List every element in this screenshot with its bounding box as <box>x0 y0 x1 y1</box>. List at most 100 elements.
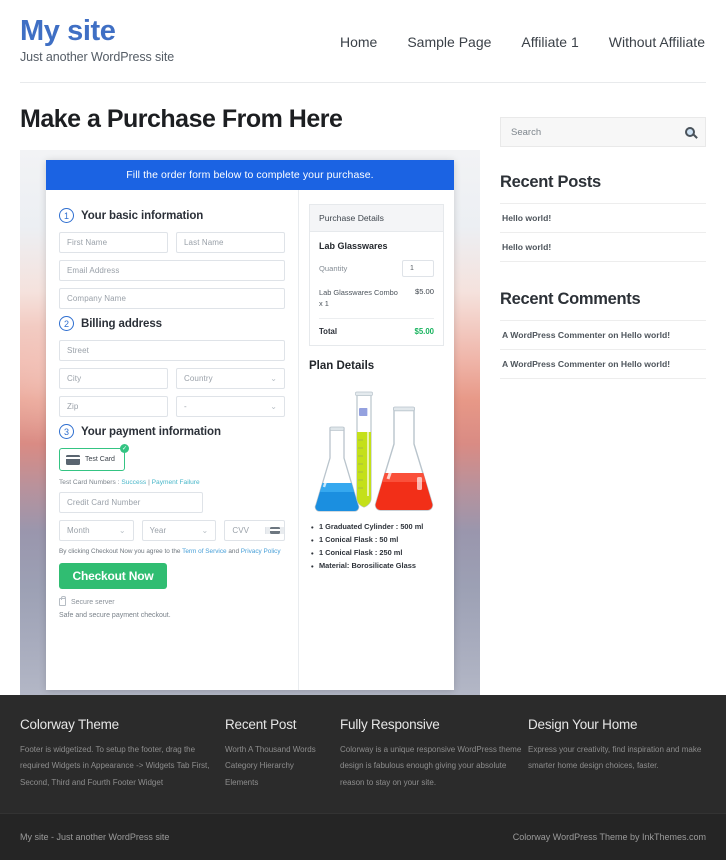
total-amount: $5.00 <box>414 327 434 337</box>
plan-spec-list: 1 Graduated Cylinder : 500 ml 1 Conical … <box>309 521 444 573</box>
city-input[interactable]: City <box>59 368 168 389</box>
terms-conjunction: and <box>228 548 240 555</box>
line-item-amount: $5.00 <box>414 287 434 296</box>
order-form-background: Fill the order form below to complete yo… <box>20 150 480 695</box>
expiry-year-select[interactable]: Year ⌄ <box>141 520 217 541</box>
first-name-input[interactable]: First Name <box>59 232 168 253</box>
zip-state-row: Zip - ⌄ <box>59 396 285 417</box>
footer-column-recent-post: Recent Post Worth A Thousand Words Categ… <box>225 717 340 795</box>
nav-item-home[interactable]: Home <box>340 34 377 50</box>
step-2-title: Billing address <box>81 317 162 330</box>
recent-comments-title: Recent Comments <box>500 290 641 308</box>
purchase-details-body: Lab Glasswares Quantity 1 Lab Glasswares… <box>310 232 443 345</box>
quantity-row: Quantity 1 <box>319 260 434 277</box>
lab-glassware-image <box>309 378 445 513</box>
email-input[interactable]: Email Address <box>59 260 285 281</box>
total-label: Total <box>319 327 338 337</box>
step-1-number: 1 <box>59 208 74 223</box>
expiry-month-select[interactable]: Month ⌄ <box>59 520 134 541</box>
step-2-number: 2 <box>59 316 74 331</box>
list-item: 1 Graduated Cylinder : 500 ml <box>309 521 444 534</box>
list-item[interactable]: A WordPress Commenter on Hello world! <box>500 349 706 379</box>
chevron-down-icon: ⌄ <box>201 526 209 535</box>
step-3-header: 3 Your payment information <box>59 424 285 439</box>
footer-theme-credit[interactable]: Colorway WordPress Theme by InkThemes.co… <box>513 832 706 842</box>
main-content: Make a Purchase From Here Fill the order… <box>20 105 480 695</box>
city-country-row: City Country ⌄ <box>59 368 285 389</box>
list-item[interactable]: Hello world! <box>500 232 706 262</box>
company-field-row: Company Name <box>59 288 285 309</box>
nav-item-sample-page[interactable]: Sample Page <box>407 34 491 50</box>
list-item[interactable]: Elements <box>225 775 340 791</box>
list-item: Material: Borosilicate Glass <box>309 560 444 573</box>
list-item[interactable]: Category Hierarchy <box>225 758 340 774</box>
quantity-label: Quantity <box>319 264 348 273</box>
country-select-value: Country <box>184 374 213 383</box>
expiry-cvv-row: Month ⌄ Year ⌄ CVV <box>59 520 286 541</box>
site-header: My site Just another WordPress site Home… <box>0 0 726 76</box>
nav-item-without-affiliate[interactable]: Without Affiliate <box>609 34 705 50</box>
country-select[interactable]: Country ⌄ <box>176 368 285 389</box>
checkout-form-column: 1 Your basic information First Name Last… <box>46 190 298 690</box>
footer-column-title: Fully Responsive <box>340 717 440 732</box>
site-title[interactable]: My site <box>20 16 340 47</box>
line-item-row: Lab Glasswares Combo x 1 $5.00 <box>319 287 434 309</box>
credit-card-number-input[interactable]: Credit Card Number <box>59 492 203 513</box>
primary-navigation: Home Sample Page Affiliate 1 Without Aff… <box>340 16 706 50</box>
product-name: Lab Glasswares <box>319 241 388 251</box>
cvv-placeholder: CVV <box>232 526 250 535</box>
nav-item-affiliate-1[interactable]: Affiliate 1 <box>521 34 578 50</box>
footer-column-fully-responsive: Fully Responsive Colorway is a unique re… <box>340 717 528 795</box>
order-form-body: 1 Your basic information First Name Last… <box>46 190 454 690</box>
plan-details-title: Plan Details <box>309 360 375 373</box>
last-name-input[interactable]: Last Name <box>176 232 285 253</box>
privacy-policy-link[interactable]: Privacy Policy <box>241 548 281 555</box>
cvv-input[interactable]: CVV <box>224 520 286 541</box>
test-card-success-link[interactable]: Success <box>121 479 146 486</box>
safe-checkout-note: Safe and secure payment checkout. <box>59 612 171 619</box>
zip-input[interactable]: Zip <box>59 396 168 417</box>
credit-card-icon <box>66 454 80 465</box>
conical-flask-red-icon <box>374 406 434 511</box>
email-field-row: Email Address <box>59 260 285 281</box>
step-1-header: 1 Your basic information <box>59 208 285 223</box>
purchase-summary-column: Purchase Details Lab Glasswares Quantity… <box>298 190 454 690</box>
footer-column-text: Colorway is a unique responsive WordPres… <box>340 745 522 787</box>
test-card-label: Test Card <box>85 456 115 463</box>
test-card-option[interactable]: Test Card ✓ <box>59 444 129 471</box>
credit-card-row: Credit Card Number <box>59 492 285 513</box>
footer-column-text: Footer is widgetized. To setup the foote… <box>20 745 210 787</box>
purchase-details-title: Purchase Details <box>310 205 443 232</box>
quantity-input[interactable]: 1 <box>402 260 434 277</box>
list-item[interactable]: Worth A Thousand Words <box>225 742 340 758</box>
list-item[interactable]: A WordPress Commenter on Hello world! <box>500 320 706 349</box>
checkout-now-button[interactable]: Checkout Now <box>59 563 167 589</box>
site-footer-bar: My site - Just another WordPress site Co… <box>0 813 726 860</box>
order-form-banner: Fill the order form below to complete yo… <box>46 160 454 190</box>
footer-column-title: Design Your Home <box>528 717 638 732</box>
street-input[interactable]: Street <box>59 340 285 361</box>
chevron-down-icon: ⌄ <box>270 374 277 383</box>
name-field-row: First Name Last Name <box>59 232 285 253</box>
terms-of-service-link[interactable]: Term of Service <box>182 548 226 555</box>
chevron-down-icon: ⌄ <box>270 402 277 411</box>
search-icon[interactable] <box>685 127 695 137</box>
recent-posts-list: Hello world! Hello world! <box>500 203 706 262</box>
list-item[interactable]: Hello world! <box>500 203 706 232</box>
footer-column-title: Recent Post <box>225 717 297 732</box>
expiry-month-value: Month <box>67 526 90 535</box>
site-branding: My site Just another WordPress site <box>20 16 340 65</box>
terms-agreement-line: By clicking Checkout Now you agree to th… <box>59 548 285 555</box>
purchase-details-panel: Purchase Details Lab Glasswares Quantity… <box>309 204 444 347</box>
terms-prefix: By clicking Checkout Now you agree to th… <box>59 548 181 555</box>
site-footer-widgets: Colorway Theme Footer is widgetized. To … <box>0 695 726 813</box>
company-input[interactable]: Company Name <box>59 288 285 309</box>
step-1-title: Your basic information <box>81 209 204 222</box>
street-field-row: Street <box>59 340 285 361</box>
cvv-card-icon <box>265 526 285 535</box>
site-tagline: Just another WordPress site <box>20 50 175 65</box>
expiry-year-value: Year <box>149 526 167 535</box>
search-input[interactable]: Search <box>500 117 706 147</box>
test-card-failure-link[interactable]: Payment Failure <box>152 479 200 486</box>
state-select[interactable]: - ⌄ <box>176 396 285 417</box>
